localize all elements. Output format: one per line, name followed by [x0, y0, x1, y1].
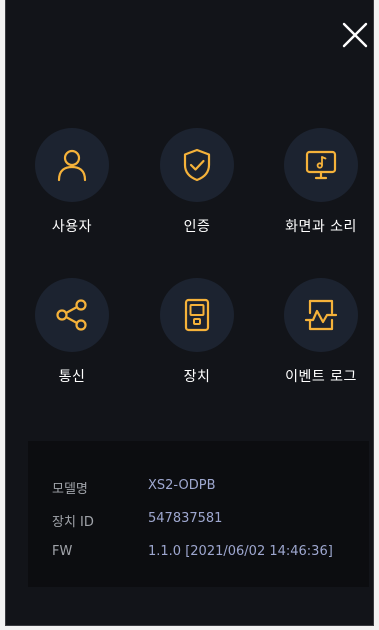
- close-button[interactable]: [342, 22, 368, 48]
- model-label: 모델명: [52, 482, 88, 497]
- display-music-icon: [305, 150, 337, 180]
- menu-item-communication[interactable]: 통신: [17, 278, 127, 386]
- firmware-row: FW 1.1.0 [2021/06/02 14:46:36]: [52, 544, 333, 559]
- display-icon-circle: [284, 128, 358, 202]
- menu-item-auth-label: 인증: [183, 219, 211, 235]
- device-info-panel: 모델명 XS2-ODPB 장치 ID 547837581 FW 1.1.0 [2…: [28, 441, 369, 587]
- menu-item-user[interactable]: 사용자: [17, 128, 127, 236]
- menu-item-auth[interactable]: 인증: [142, 128, 252, 236]
- settings-screen: 사용자 인증 화면과 소리 통신 장치 이벤트 로그 모델명 XS2-ODPB …: [5, 0, 374, 626]
- menu-item-device[interactable]: 장치: [142, 278, 252, 386]
- menu-item-user-label: 사용자: [51, 219, 93, 235]
- menu-item-display-sound[interactable]: 화면과 소리: [266, 128, 376, 236]
- share-icon: [56, 299, 87, 331]
- share-icon-circle: [35, 278, 109, 352]
- menu-item-event-log-label: 이벤트 로그: [285, 369, 357, 385]
- menu-item-device-label: 장치: [183, 369, 211, 385]
- user-icon: [57, 149, 87, 182]
- shield-check-icon: [183, 148, 211, 182]
- firmware-value: 1.1.0 [2021/06/02 14:46:36]: [148, 544, 333, 559]
- firmware-label: FW: [52, 544, 73, 559]
- model-row: 모델명 XS2-ODPB: [52, 478, 215, 497]
- device-icon-circle: [160, 278, 234, 352]
- chart-image-icon: [304, 299, 338, 331]
- shield-icon-circle: [160, 128, 234, 202]
- device-id-row: 장치 ID 547837581: [52, 511, 222, 530]
- menu-item-communication-label: 통신: [58, 369, 86, 385]
- model-value: XS2-ODPB: [148, 478, 216, 493]
- close-icon: [342, 22, 368, 48]
- user-icon-circle: [35, 128, 109, 202]
- device-icon: [184, 298, 210, 332]
- menu-item-display-sound-label: 화면과 소리: [285, 219, 357, 235]
- device-id-value: 547837581: [148, 511, 223, 526]
- event-log-icon-circle: [284, 278, 358, 352]
- menu-item-event-log[interactable]: 이벤트 로그: [266, 278, 376, 386]
- device-id-label: 장치 ID: [52, 515, 94, 530]
